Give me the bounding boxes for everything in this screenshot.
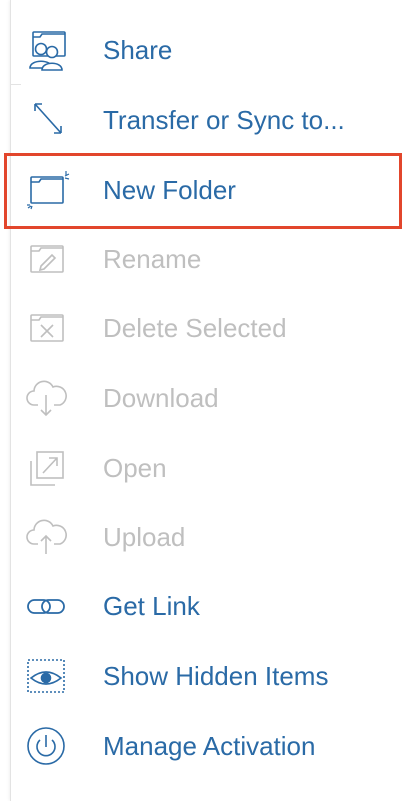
cloud-download-icon [21, 373, 71, 423]
menu-item-label: Rename [103, 244, 202, 274]
highlight-box [4, 153, 402, 229]
menu-item-get-link[interactable]: Get Link [11, 576, 420, 636]
menu-item-rename[interactable]: Rename [11, 229, 420, 289]
menu-item-label: Manage Activation [103, 731, 316, 761]
menu-item-delete-selected[interactable]: Delete Selected [11, 298, 420, 358]
delete-x-icon [21, 303, 71, 353]
eye-icon [21, 651, 71, 701]
menu-item-show-hidden-items[interactable]: Show Hidden Items [11, 646, 420, 706]
menu-item-upload[interactable]: Upload [11, 507, 420, 567]
menu-item-label: Get Link [103, 591, 200, 621]
menu-item-label: Show Hidden Items [103, 661, 329, 691]
menu-item-share[interactable]: Share [11, 20, 420, 80]
rename-pencil-icon [21, 234, 71, 284]
link-chain-icon [21, 581, 71, 631]
transfer-arrow-icon [21, 95, 71, 145]
menu-item-label: Download [103, 383, 219, 413]
context-menu: Share Transfer or Sync to... New Folder [10, 0, 420, 801]
menu-item-label: Delete Selected [103, 313, 287, 343]
cloud-upload-icon [21, 512, 71, 562]
menu-item-label: Transfer or Sync to... [103, 105, 345, 135]
menu-item-open[interactable]: Open [11, 438, 420, 498]
menu-divider [11, 84, 21, 85]
open-external-icon [21, 443, 71, 493]
power-icon [21, 721, 71, 771]
menu-item-label: Share [103, 35, 173, 65]
menu-item-download[interactable]: Download [11, 368, 420, 428]
menu-item-label: Upload [103, 522, 186, 552]
share-users-icon [21, 25, 71, 75]
menu-item-label: Open [103, 453, 167, 483]
menu-item-transfer-or-sync[interactable]: Transfer or Sync to... [11, 90, 420, 150]
menu-item-manage-activation[interactable]: Manage Activation [11, 716, 420, 776]
